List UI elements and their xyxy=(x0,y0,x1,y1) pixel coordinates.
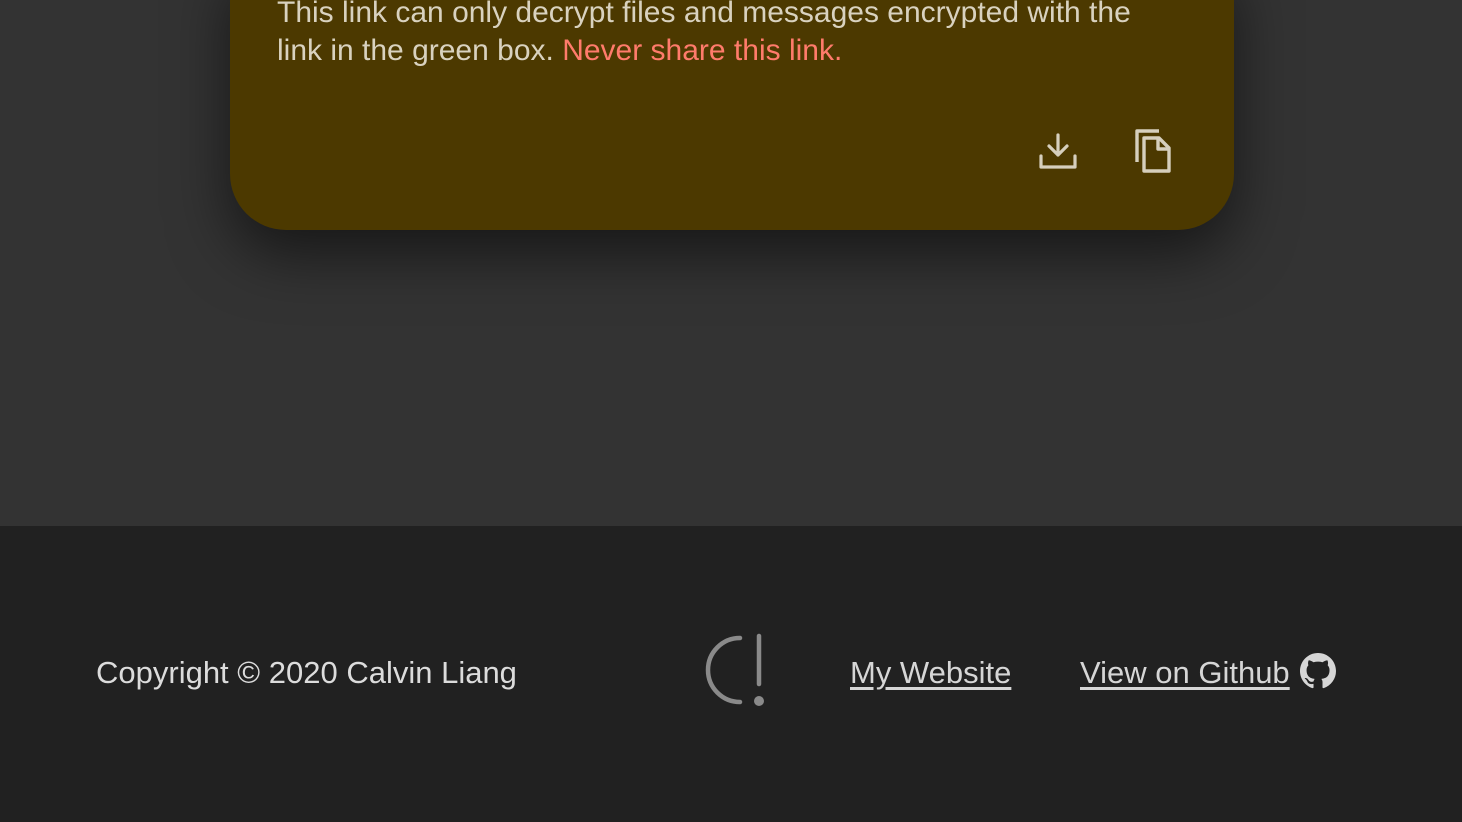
copy-icon xyxy=(1135,129,1171,173)
page: This link can only decrypt files and mes… xyxy=(0,0,1462,822)
main-area: This link can only decrypt files and mes… xyxy=(0,0,1462,526)
github-icon[interactable] xyxy=(1300,653,1336,689)
my-website-link[interactable]: My Website xyxy=(850,654,1011,692)
download-button[interactable] xyxy=(1030,123,1086,179)
private-link-card: This link can only decrypt files and mes… xyxy=(230,0,1234,230)
footer: Copyright © 2020 Calvin Liang My Website… xyxy=(0,526,1462,822)
copyright-text: Copyright © 2020 Calvin Liang xyxy=(96,655,517,690)
card-description: This link can only decrypt files and mes… xyxy=(277,0,1177,70)
download-icon xyxy=(1039,133,1077,169)
logo-icon xyxy=(705,633,764,706)
card-warning-text: Never share this link. xyxy=(562,34,843,67)
github-link[interactable]: View on Github xyxy=(1080,654,1290,692)
copy-button[interactable] xyxy=(1125,123,1181,179)
